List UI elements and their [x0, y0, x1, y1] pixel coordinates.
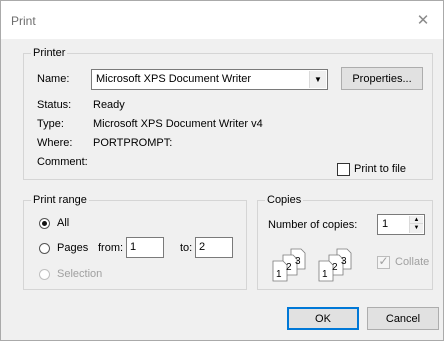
collate-digit-3: 3 — [341, 256, 347, 267]
where-label: Where: — [37, 137, 73, 149]
collate-digit-1: 1 — [276, 269, 282, 280]
properties-button[interactable]: Properties... — [341, 67, 423, 90]
printer-name-value: Microsoft XPS Document Writer — [96, 73, 252, 85]
print-to-file-label[interactable]: Print to file — [354, 162, 406, 176]
collate-digit-1: 1 — [322, 269, 328, 280]
radio-selected-dot — [42, 221, 47, 226]
collate-pages-icon: 3 2 1 — [318, 248, 352, 282]
chevron-down-icon[interactable]: ▼ — [309, 71, 326, 88]
cancel-button[interactable]: Cancel — [367, 307, 439, 330]
ok-button[interactable]: OK — [287, 307, 359, 330]
print-to-file-checkbox[interactable] — [337, 163, 350, 176]
all-radio[interactable] — [39, 218, 50, 229]
status-value: Ready — [93, 99, 125, 111]
number-of-copies-label: Number of copies: — [268, 219, 358, 231]
status-label: Status: — [37, 99, 72, 111]
from-label: from: — [98, 242, 124, 254]
title-bar: Print ✕ — [1, 1, 443, 39]
collate-digit-2: 2 — [332, 262, 338, 273]
window-title: Print — [11, 14, 36, 28]
to-label: to: — [180, 242, 193, 254]
pages-radio[interactable] — [39, 243, 50, 254]
type-label: Type: — [37, 118, 64, 130]
collate-label: Collate — [395, 256, 430, 268]
copies-spinner[interactable]: 1 ▲ ▼ — [377, 214, 425, 235]
collate-pages-icon: 3 2 1 — [272, 248, 306, 282]
close-icon[interactable]: ✕ — [411, 9, 435, 31]
printer-group-label: Printer — [31, 47, 68, 60]
pages-label[interactable]: Pages — [57, 241, 88, 255]
collate-digit-3: 3 — [295, 256, 301, 267]
to-page-input[interactable]: 2 — [195, 237, 233, 258]
collate-checkbox: ✓ — [377, 254, 390, 269]
comment-label: Comment: — [37, 156, 88, 168]
copies-group-label: Copies — [265, 194, 304, 207]
print-range-group-label: Print range — [31, 194, 89, 207]
all-label[interactable]: All — [57, 216, 69, 230]
spinner-arrows: ▲ ▼ — [409, 216, 423, 233]
copies-value: 1 — [382, 218, 389, 230]
selection-radio — [39, 269, 50, 280]
from-page-input[interactable]: 1 — [126, 237, 164, 258]
print-dialog: Print ✕ Printer Name: Microsoft XPS Docu… — [0, 0, 444, 341]
collate-digit-2: 2 — [286, 262, 292, 273]
spin-down-icon[interactable]: ▼ — [410, 224, 423, 232]
name-label: Name: — [37, 73, 70, 85]
spin-up-icon[interactable]: ▲ — [410, 216, 423, 224]
type-value: Microsoft XPS Document Writer v4 — [93, 118, 263, 130]
printer-name-select[interactable]: Microsoft XPS Document Writer ▼ — [91, 69, 328, 90]
where-value: PORTPROMPT: — [93, 137, 173, 149]
selection-label: Selection — [57, 268, 103, 280]
checkmark-icon: ✓ — [378, 254, 389, 268]
